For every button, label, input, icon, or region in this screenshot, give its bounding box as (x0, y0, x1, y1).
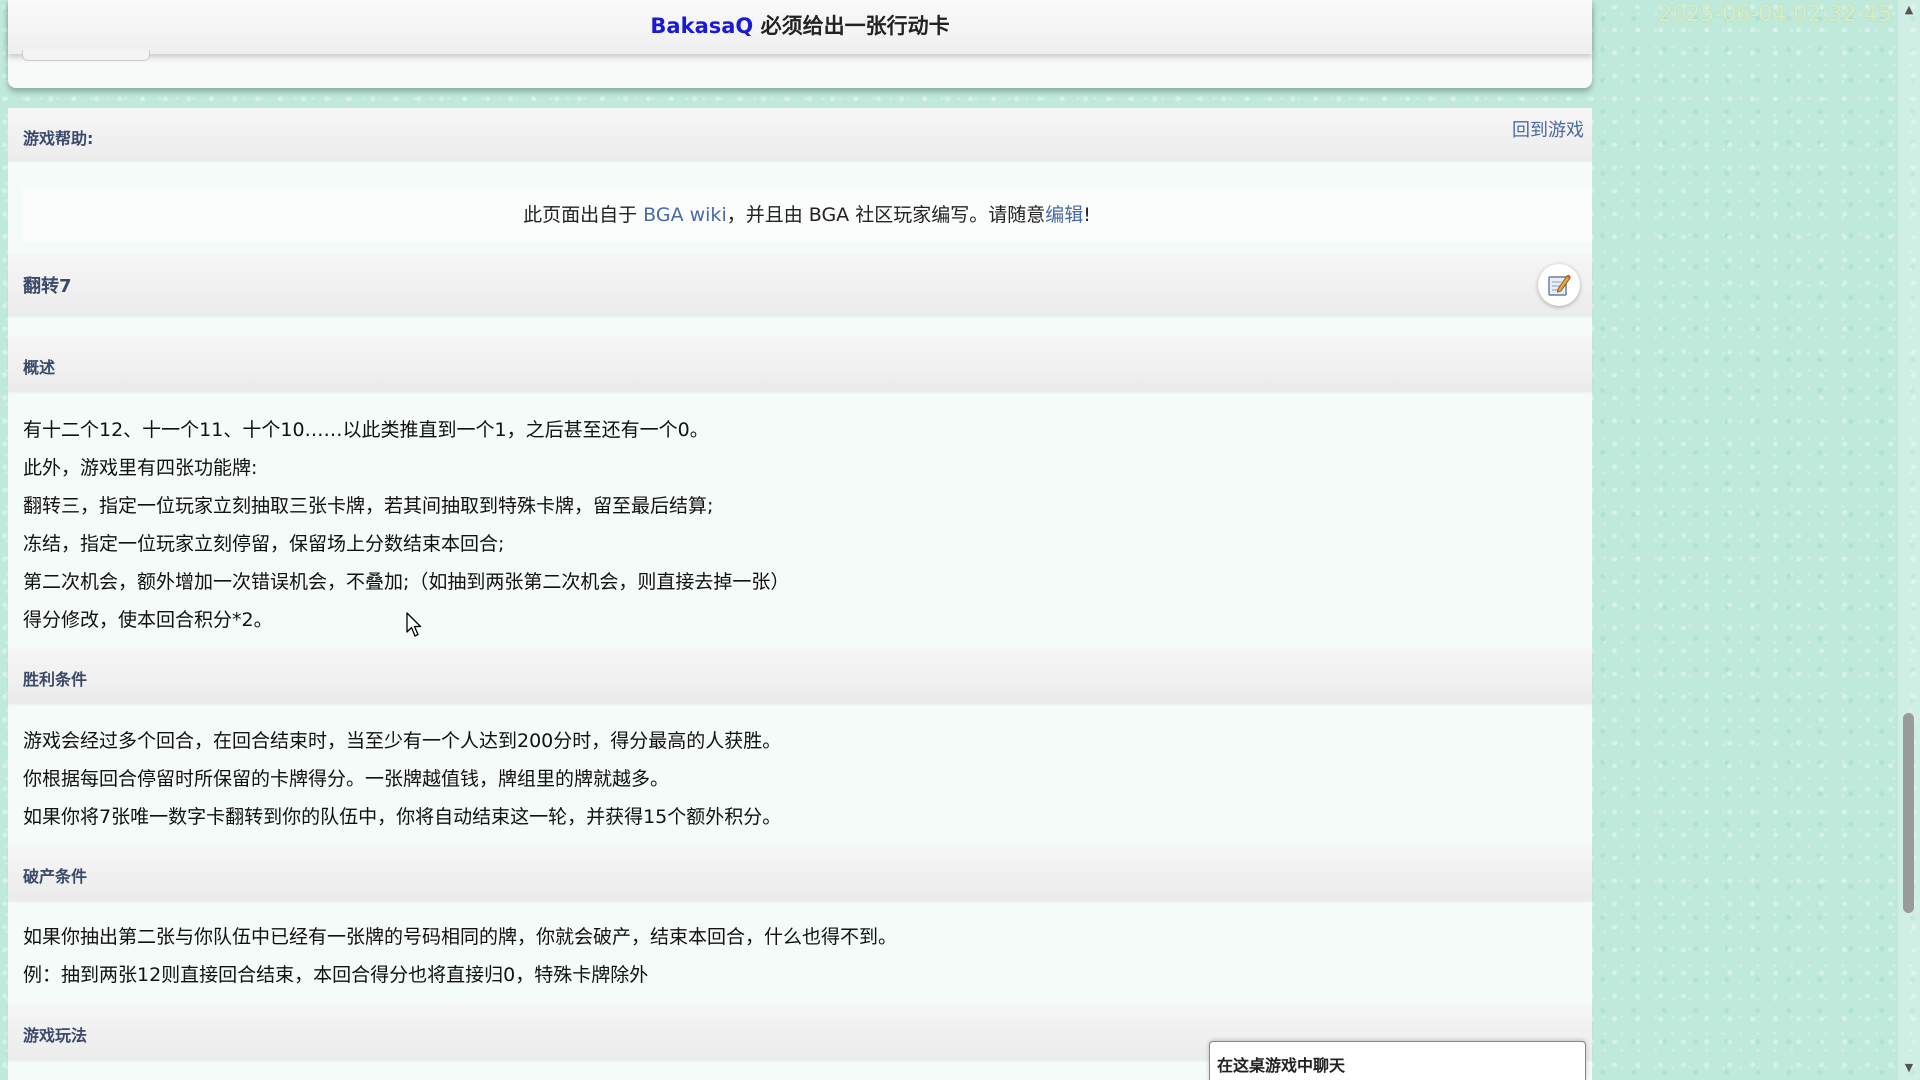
overview-line: 冻结，指定一位玩家立刻停留，保留场上分数结束本回合; (23, 533, 505, 555)
wiki-notice-suffix: ! (1083, 204, 1091, 226)
chat-label: 在这桌游戏中聊天 (1217, 1056, 1346, 1075)
clock-timestamp: 2025-06-04 02:32:45 (1658, 2, 1892, 27)
edit-page-button[interactable] (1538, 264, 1580, 306)
game-status-bar: BakasaQ 必须给出一张行动卡 (8, 0, 1592, 88)
bga-wiki-link[interactable]: BGA wiki (643, 204, 727, 226)
overview-line: 此外，游戏里有四张功能牌: (23, 457, 258, 479)
help-label: 游戏帮助: (23, 129, 94, 148)
edit-link[interactable]: 编辑 (1045, 204, 1083, 226)
status-text: 必须给出一张行动卡 (760, 14, 950, 38)
bust-line: 如果你抽出第二张与你队伍中已经有一张牌的号码相同的牌，你就会破产，结束本回合，什… (23, 926, 898, 948)
section-gameplay-title: 游戏玩法 (23, 1026, 88, 1045)
back-to-game-link[interactable]: 回到游戏 (1512, 116, 1584, 142)
game-help-panel: 游戏帮助: 回到游戏 此页面出自于 BGA wiki，并且由 BGA 社区玩家编… (8, 108, 1592, 1080)
game-title-bar: 翻转7 (8, 254, 1592, 316)
section-overview-header: 概述 (8, 336, 1592, 392)
edit-pencil-icon (1548, 274, 1571, 296)
overview-line: 第二次机会，额外增加一次错误机会，不叠加;（如抽到两张第二次机会，则直接去掉一张… (23, 571, 790, 593)
active-player-name: BakasaQ (650, 14, 754, 38)
victory-line: 你根据每回合停留时所保留的卡牌得分。一张牌越值钱，牌组里的牌就越多。 (23, 768, 670, 790)
action-button[interactable] (22, 50, 150, 61)
section-overview-title: 概述 (23, 358, 56, 377)
wiki-notice: 此页面出自于 BGA wiki，并且由 BGA 社区玩家编写。请随意编辑! (22, 188, 1592, 242)
section-overview-body: 有十二个12、十一个11、十个10……以此类推直到一个1，之后甚至还有一个0。 … (23, 411, 1583, 639)
section-bust-title: 破产条件 (23, 867, 88, 886)
victory-line: 游戏会经过多个回合，在回合结束时，当至少有一个人达到200分时，得分最高的人获胜… (23, 730, 782, 752)
mouse-cursor-icon (406, 612, 422, 637)
section-bust-body: 如果你抽出第二张与你队伍中已经有一张牌的号码相同的牌，你就会破产，结束本回合，什… (23, 918, 1583, 994)
help-header: 游戏帮助: 回到游戏 (8, 108, 1592, 162)
section-victory-body: 游戏会经过多个回合，在回合结束时，当至少有一个人达到200分时，得分最高的人获胜… (23, 722, 1583, 836)
overview-line: 翻转三，指定一位玩家立刻抽取三张卡牌，若其间抽取到特殊卡牌，留至最后结算; (23, 495, 714, 517)
wiki-notice-prefix: 此页面出自于 (523, 204, 644, 226)
scroll-down-icon[interactable]: ▼ (1898, 1060, 1920, 1076)
overview-line: 得分修改，使本回合积分*2。 (23, 609, 273, 631)
page-title: BakasaQ 必须给出一张行动卡 (8, 0, 1592, 54)
page-scrollbar[interactable]: ▲ ▼ (1898, 0, 1920, 1080)
table-chat-box[interactable]: 在这桌游戏中聊天 (1209, 1041, 1586, 1080)
game-title: 翻转7 (23, 276, 72, 297)
overview-line: 有十二个12、十一个11、十个10……以此类推直到一个1，之后甚至还有一个0。 (23, 419, 709, 441)
victory-line: 如果你将7张唯一数字卡翻转到你的队伍中，你将自动结束这一轮，并获得15个额外积分… (23, 806, 782, 828)
scroll-thumb[interactable] (1903, 713, 1914, 913)
section-bust-header: 破产条件 (8, 845, 1592, 901)
section-victory-title: 胜利条件 (23, 670, 88, 689)
wiki-notice-middle: ，并且由 BGA 社区玩家编写。请随意 (726, 204, 1046, 226)
scroll-up-icon[interactable]: ▲ (1898, 2, 1920, 18)
section-victory-header: 胜利条件 (8, 648, 1592, 704)
bust-line: 例：抽到两张12则直接回合结束，本回合得分也将直接归0，特殊卡牌除外 (23, 964, 649, 986)
